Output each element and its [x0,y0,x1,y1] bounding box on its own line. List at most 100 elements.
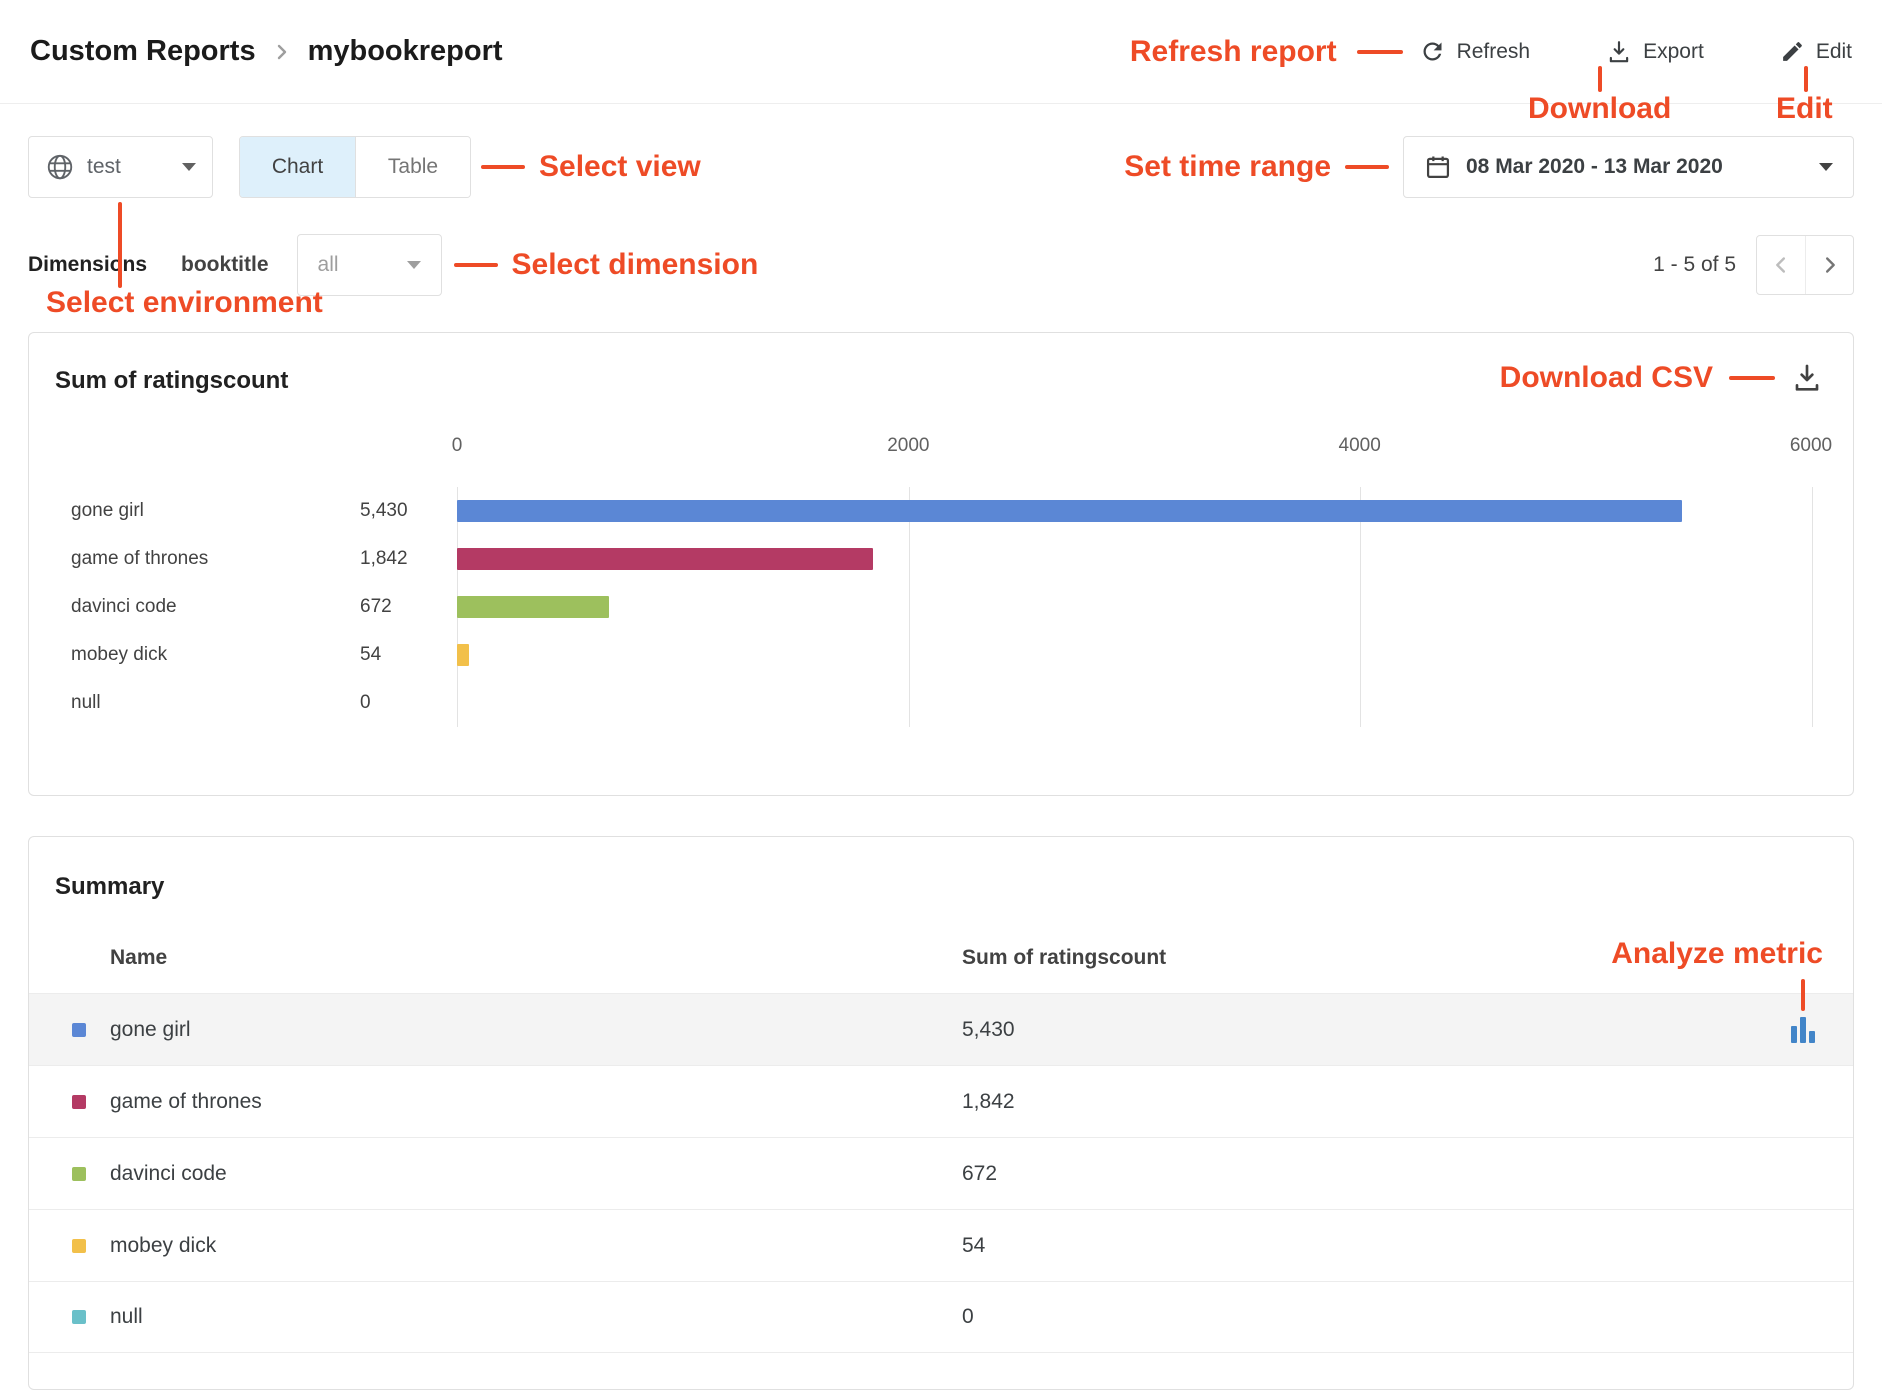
table-row[interactable]: gone girl5,430 [29,993,1853,1065]
pencil-icon [1780,39,1805,64]
annotation-edit: Edit [1776,92,1833,126]
chart-bar[interactable] [457,596,609,618]
row-name: mobey dick [110,1234,962,1258]
chart-row: null0 [55,679,1811,727]
chart-category-label: game of thrones [55,548,360,570]
x-tick-label: 2000 [887,435,929,457]
table-row[interactable]: davinci code672 [29,1137,1853,1209]
row-name: game of thrones [110,1090,962,1114]
chart-value-label: 672 [360,596,457,618]
chart-value-label: 1,842 [360,548,457,570]
environment-selector[interactable]: test [28,136,213,198]
table-row[interactable]: game of thrones1,842 [29,1065,1853,1137]
dimension-filter-value: all [318,253,339,277]
bar-chart: 0200040006000 gone girl5,430game of thro… [55,435,1811,727]
swatch-cell [29,1310,110,1324]
row-value: 5,430 [962,1018,1753,1042]
annotation-line [481,165,525,169]
date-range-value: 08 Mar 2020 - 13 Mar 2020 [1466,155,1723,179]
gridline [1812,487,1813,727]
tab-chart[interactable]: Chart [240,137,355,197]
dimension-name: booktitle [181,253,269,277]
chart-bar-area [457,535,1811,583]
series-color-swatch [72,1023,86,1037]
chart-bar-area [457,583,1811,631]
chart-value-label: 0 [360,692,457,714]
calendar-icon [1424,153,1452,181]
chart-category-label: davinci code [55,596,360,618]
annotation-refresh-report: Refresh report [1130,35,1337,69]
pagination-label: 1 - 5 of 5 [1653,253,1736,277]
table-row[interactable]: mobey dick54 [29,1209,1853,1281]
series-color-swatch [72,1239,86,1253]
chevron-down-icon [182,163,196,171]
chart-category-label: mobey dick [55,644,360,666]
swatch-cell [29,1167,110,1181]
row-value: 54 [962,1234,1753,1258]
download-csv-annotation: Download CSV [1500,361,1823,395]
chevron-down-icon [407,261,421,269]
chart-category-label: gone girl [55,500,360,522]
chart-bar[interactable] [457,548,873,570]
annotation-line [1729,376,1775,380]
analyze-metric-icon[interactable] [1791,1017,1815,1043]
table-row[interactable]: null0 [29,1281,1853,1353]
icon-cell [1753,1017,1853,1043]
annotation-select-view: Select view [539,150,701,184]
chart-card: Sum of ratingscount Download CSV 0200040… [28,332,1854,796]
row-value: 672 [962,1162,1753,1186]
chart-row: game of thrones1,842 [55,535,1811,583]
row-name: gone girl [110,1018,962,1042]
table-header-row: Name Sum of ratingscount [29,923,1853,993]
x-tick-label: 0 [452,435,463,457]
toolbar: test Chart Table Select view Set time ra… [28,136,1854,198]
chevron-down-icon [1819,163,1833,171]
row-value: 0 [962,1305,1753,1329]
breadcrumb: Custom Reports mybookreport [30,35,503,68]
annotation-line [1801,979,1805,1011]
swatch-cell [29,1239,110,1253]
tab-table[interactable]: Table [355,137,470,197]
annotation-line [1357,50,1403,54]
x-axis: 0200040006000 [457,435,1811,479]
chart-bar[interactable] [457,500,1682,522]
chart-rows: gone girl5,430game of thrones1,842davinc… [55,487,1811,727]
header-actions: Refresh report Refresh Export Edit [1130,35,1852,69]
plot-area: gone girl5,430game of thrones1,842davinc… [55,487,1811,727]
series-color-swatch [72,1167,86,1181]
row-value: 1,842 [962,1090,1753,1114]
summary-title: Summary [55,873,1853,901]
chart-row: davinci code672 [55,583,1811,631]
export-label: Export [1643,40,1704,64]
annotation-line [454,263,498,267]
download-icon [1606,39,1632,65]
refresh-icon [1419,38,1446,65]
prev-page-button[interactable] [1757,236,1805,294]
annotation-select-dimension: Select dimension [512,248,759,282]
annotation-line [118,202,122,288]
download-csv-button[interactable] [1791,362,1823,394]
export-button[interactable]: Export [1606,39,1704,65]
date-range-picker[interactable]: 08 Mar 2020 - 13 Mar 2020 [1403,136,1854,198]
summary-table: Name Sum of ratingscount gone girl5,430g… [29,923,1853,1353]
column-header-name: Name [110,946,962,970]
x-tick-label: 6000 [1790,435,1832,457]
series-color-swatch [72,1095,86,1109]
breadcrumb-custom-reports[interactable]: Custom Reports [30,35,256,68]
next-page-button[interactable] [1805,236,1853,294]
dimensions-label: Dimensions [28,253,147,277]
refresh-label: Refresh [1457,40,1531,64]
pagination: 1 - 5 of 5 [1653,235,1854,295]
annotation-download-csv: Download CSV [1500,361,1713,395]
breadcrumb-report-name: mybookreport [308,35,503,68]
edit-button[interactable]: Edit [1780,39,1852,64]
chart-bar[interactable] [457,644,469,666]
pagination-buttons [1756,235,1854,295]
chart-value-label: 54 [360,644,457,666]
row-name: null [110,1305,962,1329]
refresh-button[interactable]: Refresh [1419,38,1531,65]
annotation-line [1804,66,1808,92]
chart-bar-area [457,631,1811,679]
view-toggle: Chart Table [239,136,471,198]
chevron-right-icon [270,40,294,64]
